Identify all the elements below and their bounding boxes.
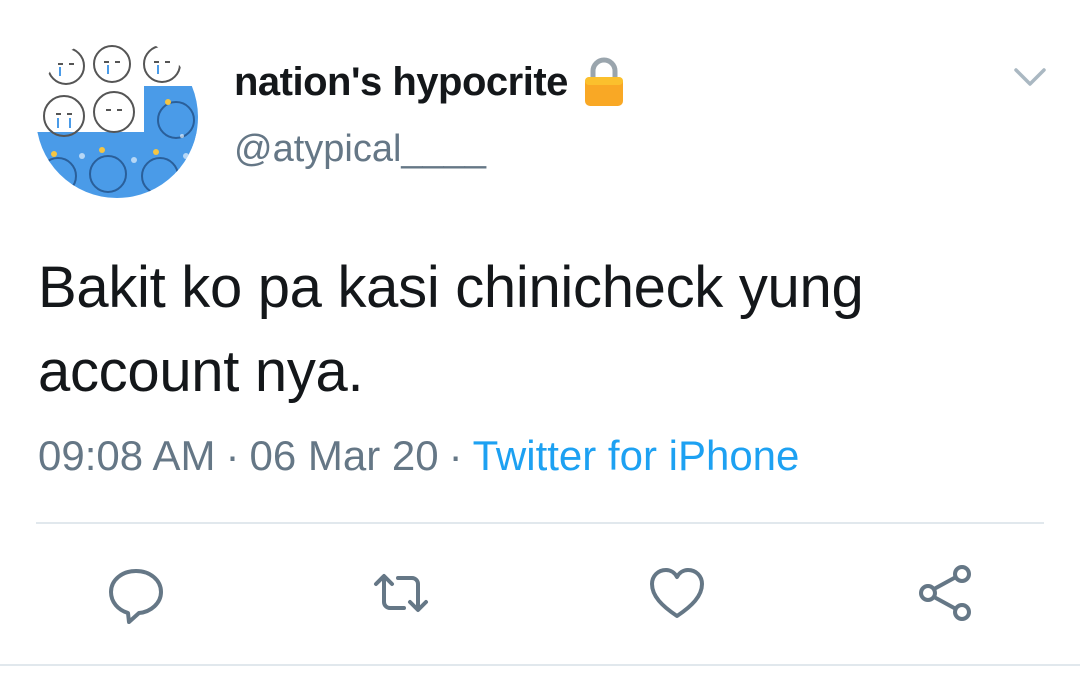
handle[interactable]: @atypical____: [234, 128, 486, 171]
reply-button[interactable]: [105, 562, 167, 624]
divider: [36, 522, 1044, 524]
avatar[interactable]: [36, 36, 198, 198]
tweet-time: 09:08 AM: [38, 432, 216, 479]
tweet-text: Bakit ko pa kasi chinicheck yung account…: [38, 255, 864, 404]
meta-separator: ·: [448, 432, 463, 479]
retweet-icon: [370, 574, 432, 628]
display-name[interactable]: nation's hypocrite: [234, 60, 568, 105]
retweet-button[interactable]: [370, 562, 432, 624]
like-button[interactable]: [646, 562, 708, 624]
meta-separator: ·: [225, 432, 240, 479]
lock-icon: [582, 56, 626, 108]
action-bar: [0, 562, 1080, 624]
tweet-meta: 09:08 AM · 06 Mar 20 · Twitter for iPhone: [38, 432, 799, 480]
reply-icon: [105, 569, 167, 628]
chevron-down-icon[interactable]: [1010, 60, 1050, 96]
display-name-row[interactable]: nation's hypocrite: [234, 56, 626, 108]
tweet-source-link[interactable]: Twitter for iPhone: [473, 432, 800, 479]
heart-icon: [646, 568, 708, 628]
share-icon: [914, 565, 976, 628]
bottom-divider: [0, 664, 1080, 666]
share-button[interactable]: [914, 562, 976, 624]
tweet-date: 06 Mar 20: [249, 432, 439, 479]
